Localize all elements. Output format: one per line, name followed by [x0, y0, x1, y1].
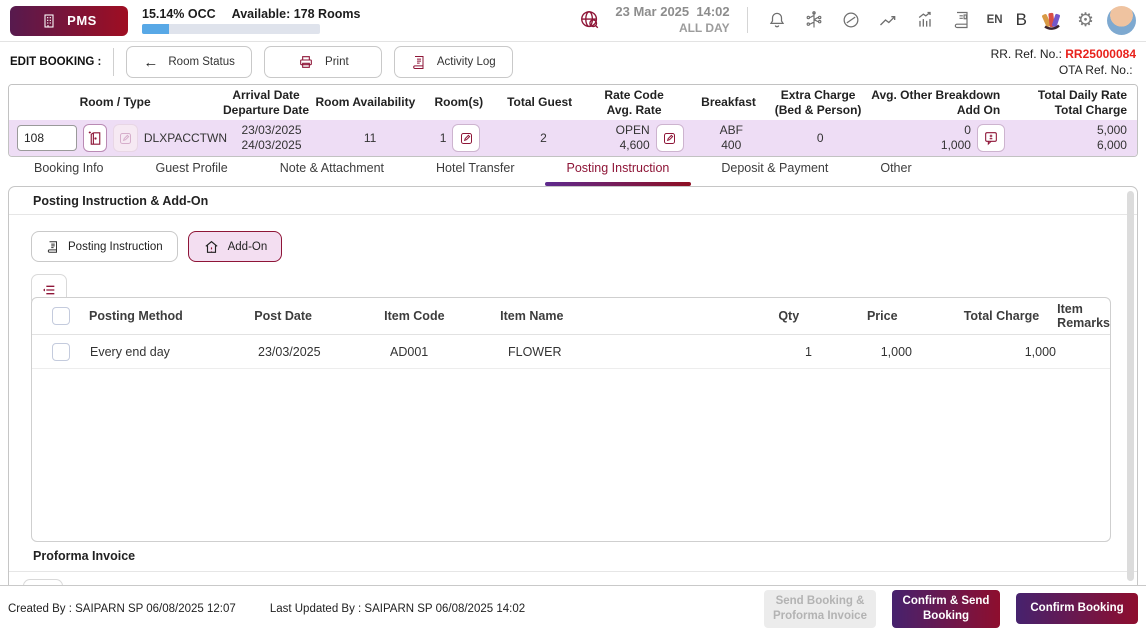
tab-guest-profile[interactable]: Guest Profile — [130, 159, 254, 186]
assign-room-button[interactable] — [83, 124, 107, 152]
back-arrow-icon: ← — [143, 54, 158, 71]
edit-rate-button[interactable] — [656, 124, 684, 152]
col-total-guest: Total Guest — [498, 95, 582, 110]
add-on-table-header: Posting Method Post Date Item Code Item … — [32, 298, 1110, 335]
last-updated-text: Last Updated By : SAIPARN SP 06/08/2025 … — [270, 603, 525, 615]
col-room-type: Room / Type — [9, 95, 221, 110]
section-divider — [9, 214, 1137, 215]
col-rooms: Room(s) — [420, 95, 498, 110]
total-cell: 5,000 6,000 — [1011, 123, 1137, 153]
add-on-table-row: Every end day 23/03/2025 AD001 FLOWER 1 … — [32, 335, 1110, 369]
toolbar-divider — [113, 48, 114, 76]
activity-log-icon — [411, 54, 427, 71]
printer-icon — [297, 54, 315, 70]
confirm-booking-button[interactable]: Confirm Booking — [1016, 593, 1138, 624]
pms-app-label: PMS — [67, 13, 97, 28]
datetime-display: 23 Mar 2025 14:02 ALL DAY — [615, 4, 729, 36]
print-button[interactable]: Print — [264, 46, 382, 78]
tab-deposit-payment[interactable]: Deposit & Payment — [695, 159, 854, 186]
room-status-button[interactable]: ← Room Status — [126, 46, 251, 78]
proforma-divider — [9, 571, 1137, 572]
posting-instruction-panel: Posting Instruction & Add-On Posting Ins… — [8, 186, 1138, 585]
posting-instruction-toggle[interactable]: Posting Instruction — [31, 231, 178, 262]
room-cell: DLXPACCTWN — [9, 124, 227, 152]
pms-edit-booking-screen: PMS 15.14% OCC Available: 178 Rooms — [0, 0, 1146, 631]
select-all-cell — [32, 307, 89, 325]
tab-posting-instruction[interactable]: Posting Instruction — [541, 159, 696, 186]
edit-booking-toolbar: EDIT BOOKING : ← Room Status Print — [0, 42, 1146, 82]
booking-tabs: Booking Info Guest Profile Note & Attach… — [8, 159, 1138, 186]
edit-booking-label: EDIT BOOKING : — [10, 56, 101, 68]
tab-note-attachment[interactable]: Note & Attachment — [254, 159, 410, 186]
total-guest-cell: 2 — [502, 131, 585, 146]
booking-row: DLXPACCTWN 23/03/2025 24/03/2025 11 1 2 — [9, 120, 1137, 156]
language-selector[interactable]: EN — [987, 14, 1003, 26]
col-rate-code: Rate Code Avg. Rate — [582, 88, 687, 118]
b-shortcut[interactable]: B — [1016, 10, 1027, 30]
breakdown-cell: 0 1,000 — [868, 123, 1011, 153]
gauge-icon[interactable] — [839, 8, 863, 32]
row-select-cell — [32, 343, 90, 361]
globe-search-icon[interactable] — [578, 8, 602, 32]
top-header-bar: PMS 15.14% OCC Available: 178 Rooms — [0, 0, 1146, 42]
occupancy-progress-bar — [142, 24, 320, 34]
footer-bar: Created By : SAIPARN SP 06/08/2025 12:07… — [0, 585, 1146, 631]
send-booking-proforma-button: Send Booking & Proforma Invoice — [764, 590, 876, 628]
edit-rooms-button[interactable] — [452, 124, 480, 152]
rate-cell: OPEN 4,600 — [585, 123, 690, 153]
activity-log-button[interactable]: Activity Log — [394, 46, 513, 78]
pms-app-badge[interactable]: PMS — [10, 6, 128, 36]
bar-chart-icon[interactable] — [913, 8, 937, 32]
col-breakdown: Avg. Other Breakdown Add On — [866, 88, 1010, 118]
room-type-value: DLXPACCTWN — [144, 131, 227, 146]
rooms-cell: 1 — [424, 124, 502, 152]
user-avatar[interactable] — [1107, 6, 1136, 35]
col-dates: Arrival Date Departure Date — [221, 88, 311, 118]
col-breakfast: Breakfast — [687, 95, 771, 110]
col-total: Total Daily Rate Total Charge — [1010, 88, 1137, 118]
add-on-table: Posting Method Post Date Item Code Item … — [31, 297, 1111, 542]
building-icon — [41, 13, 57, 29]
ota-ref-label: OTA Ref. No.: — [1059, 63, 1133, 77]
all-day-label: ALL DAY — [615, 21, 729, 37]
occupancy-percent: 15.14% OCC — [142, 7, 216, 21]
tab-booking-info[interactable]: Booking Info — [8, 159, 130, 186]
reference-numbers: RR. Ref. No.: RR25000084 OTA Ref. No.: — [991, 46, 1136, 78]
settings-gear-icon[interactable]: ⚙ — [1077, 11, 1094, 30]
theme-palette-icon[interactable] — [1040, 8, 1064, 32]
rr-ref-value: RR25000084 — [1065, 47, 1136, 61]
add-on-toggle[interactable]: Add-On — [188, 231, 283, 262]
header-divider — [747, 7, 748, 33]
hierarchy-icon[interactable] — [802, 8, 826, 32]
select-all-checkbox[interactable] — [52, 307, 70, 325]
panel-scrollbar[interactable] — [1127, 191, 1134, 581]
edit-room-button-disabled — [113, 124, 137, 152]
confirm-send-booking-button[interactable]: Confirm & Send Booking — [892, 590, 1000, 628]
notification-bell-icon[interactable] — [765, 8, 789, 32]
col-extra-charge: Extra Charge (Bed & Person) — [770, 88, 865, 118]
booking-table-header: Room / Type Arrival Date Departure Date … — [9, 85, 1137, 120]
proforma-invoice-title: Proforma Invoice — [33, 549, 135, 563]
created-by-text: Created By : SAIPARN SP 06/08/2025 12:07 — [8, 603, 236, 615]
dates-cell: 23/03/2025 24/03/2025 — [227, 123, 316, 153]
rr-ref-label: RR. Ref. No.: — [991, 47, 1062, 61]
room-number-input[interactable] — [17, 125, 77, 151]
house-icon — [203, 239, 220, 255]
view-toggles: Posting Instruction Add-On — [31, 231, 1137, 262]
row-checkbox[interactable] — [52, 343, 70, 361]
tab-other[interactable]: Other — [854, 159, 937, 186]
extra-charge-cell: 0 — [773, 131, 868, 146]
report-document-icon[interactable] — [950, 8, 974, 32]
section-title: Posting Instruction & Add-On — [33, 194, 1137, 208]
line-chart-icon[interactable] — [876, 8, 900, 32]
occupancy-block: 15.14% OCC Available: 178 Rooms — [142, 7, 360, 34]
available-rooms: Available: 178 Rooms — [232, 7, 361, 21]
tab-hotel-transfer[interactable]: Hotel Transfer — [410, 159, 541, 186]
availability-cell: 11 — [316, 131, 424, 146]
breakfast-cell: ABF 400 — [690, 123, 773, 153]
document-icon — [46, 239, 60, 255]
col-availability: Room Availability — [311, 95, 420, 110]
booking-summary-table: Room / Type Arrival Date Departure Date … — [8, 84, 1138, 157]
breakdown-detail-button[interactable] — [977, 124, 1005, 152]
